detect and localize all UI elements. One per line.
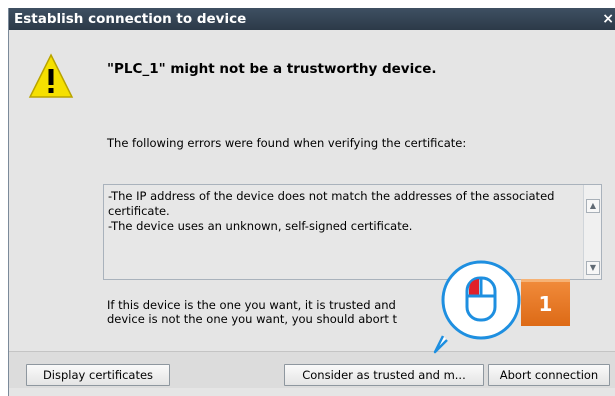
dialog-button-bar: Display certificates Consider as trusted… <box>9 351 615 388</box>
mouse-click-icon <box>433 260 521 354</box>
error-intro-text: The following errors were found when ver… <box>107 136 467 150</box>
note-line-1: If this device is the one you want, it i… <box>107 298 396 312</box>
errors-list: -The IP address of the device does not m… <box>108 189 580 234</box>
scroll-down-icon[interactable]: ▼ <box>586 261 600 275</box>
step-number-badge: 1 <box>521 279 570 326</box>
scroll-up-icon[interactable]: ▲ <box>586 199 600 213</box>
abort-connection-button[interactable]: Abort connection <box>488 364 610 386</box>
dialog-titlebar: Establish connection to device × <box>9 8 615 30</box>
dialog-heading: "PLC_1" might not be a trustworthy devic… <box>107 61 437 77</box>
error-item: -The device uses an unknown, self-signed… <box>108 219 413 233</box>
note-line-2: device is not the one you want, you shou… <box>107 312 398 326</box>
warning-icon <box>28 53 74 98</box>
error-item: -The IP address of the device does not m… <box>108 189 555 218</box>
consider-trusted-button[interactable]: Consider as trusted and m... <box>284 364 484 386</box>
dialog-title: Establish connection to device <box>14 11 247 27</box>
errors-scrollbar[interactable]: ▲ ▼ <box>583 185 601 279</box>
display-certificates-button[interactable]: Display certificates <box>26 364 170 386</box>
close-icon[interactable]: × <box>602 8 614 30</box>
